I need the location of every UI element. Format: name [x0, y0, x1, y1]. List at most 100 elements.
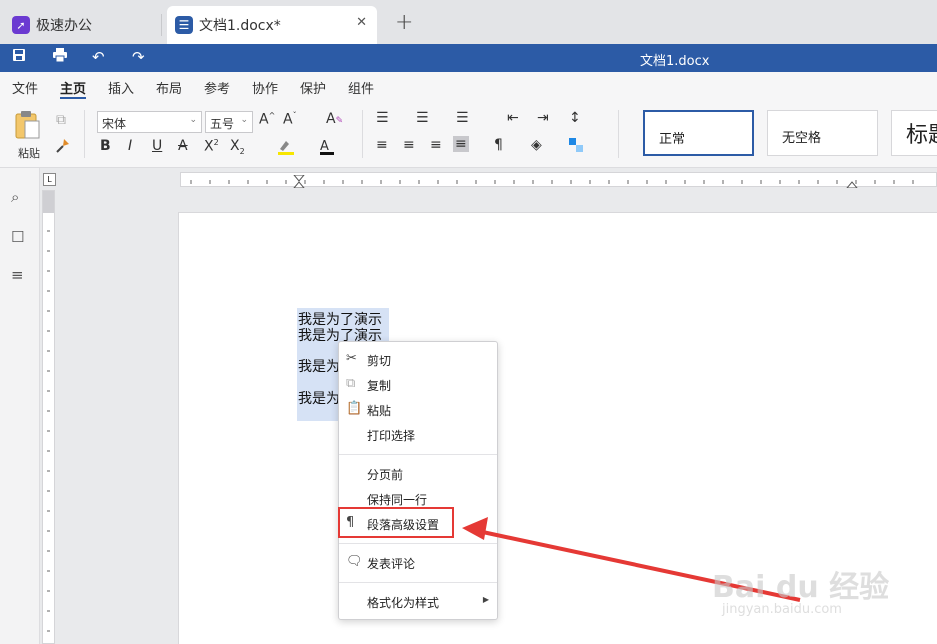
- font-color-icon[interactable]: A: [320, 138, 334, 155]
- title-bar: ↶ ↷ 文档1.docx: [0, 44, 937, 72]
- document-icon: ☰: [175, 16, 193, 34]
- menu-item-label: 格式化为样式: [367, 596, 440, 610]
- font-size-select[interactable]: 五号 ⌄: [205, 111, 253, 133]
- decrease-indent-icon[interactable]: ⇤: [507, 110, 519, 126]
- document-line[interactable]: 我是为: [298, 388, 340, 408]
- chevron-right-icon: ▶: [482, 595, 489, 604]
- new-tab-button[interactable]: +: [395, 10, 413, 35]
- comment-icon[interactable]: ☐: [11, 228, 24, 246]
- search-icon[interactable]: ⌕: [11, 188, 19, 206]
- increase-font-icon[interactable]: A^: [259, 111, 275, 128]
- close-tab-icon[interactable]: ✕: [356, 15, 367, 30]
- horizontal-ruler[interactable]: [180, 172, 937, 189]
- change-case-icon[interactable]: A✎: [326, 111, 343, 127]
- menu-item-cut[interactable]: ✂ 剪切: [339, 348, 497, 370]
- menu-item-page-break-before[interactable]: 分页前: [339, 462, 497, 484]
- clipboard-icon: 📋: [346, 401, 363, 416]
- menu-item-label: 打印选择: [367, 429, 416, 443]
- ribbon-divider: [618, 110, 619, 158]
- style-normal[interactable]: 正常: [643, 110, 754, 156]
- active-tab-indicator: [60, 97, 86, 99]
- document-title: 文档1.docx: [640, 54, 710, 69]
- menu-plugins[interactable]: 组件: [348, 78, 374, 97]
- bullet-list-icon[interactable]: ☰: [376, 110, 389, 126]
- decrease-font-icon[interactable]: Aˇ: [283, 111, 297, 128]
- align-center-icon[interactable]: ≡: [403, 137, 415, 153]
- borders-icon[interactable]: [568, 137, 584, 157]
- format-painter-icon[interactable]: [54, 138, 70, 158]
- watermark-brand: Bai du 经验: [712, 570, 890, 605]
- subscript-icon[interactable]: X2: [230, 138, 245, 156]
- align-right-icon[interactable]: ≡: [430, 137, 442, 153]
- paragraph-mark-icon[interactable]: ¶: [494, 137, 503, 153]
- copy-icon: ⧉: [346, 376, 356, 391]
- chevron-down-icon: ⌄: [240, 115, 248, 125]
- tab-app-label: 极速办公: [36, 18, 92, 34]
- font-name-select[interactable]: 宋体 ⌄: [97, 111, 202, 133]
- undo-icon[interactable]: ↶: [92, 48, 105, 66]
- chevron-down-icon: ⌄: [189, 115, 197, 125]
- menu-item-format-as-style[interactable]: 格式化为样式 ▶: [339, 590, 497, 612]
- tab-document[interactable]: ☰ 文档1.docx* ✕: [167, 6, 377, 44]
- tab-divider: [161, 14, 162, 36]
- menu-item-label: 复制: [367, 379, 392, 393]
- numbered-list-icon[interactable]: ☰: [416, 110, 429, 126]
- shading-icon[interactable]: ◈: [531, 137, 542, 153]
- baidu-watermark: Bai du 经验 jingyan.baidu.com: [712, 562, 890, 617]
- comment-icon: 🗨: [346, 554, 363, 569]
- save-icon[interactable]: [12, 48, 26, 66]
- ribbon-divider: [362, 110, 363, 158]
- menu-home[interactable]: 主页: [60, 78, 86, 97]
- menu-item-add-comment[interactable]: 🗨 发表评论: [339, 551, 497, 573]
- left-panel: ⌕ ☐ ≡: [0, 168, 40, 644]
- underline-icon[interactable]: U: [152, 138, 162, 154]
- menu-references[interactable]: 参考: [204, 78, 230, 97]
- menu-item-label: 分页前: [367, 468, 404, 482]
- menu-item-paste[interactable]: 📋 粘贴: [339, 398, 497, 420]
- watermark-url: jingyan.baidu.com: [722, 602, 842, 617]
- print-icon[interactable]: [52, 48, 68, 66]
- paste-label[interactable]: 粘贴: [18, 145, 40, 161]
- menu-separator: [339, 543, 497, 544]
- highlight-color-icon[interactable]: [276, 138, 296, 160]
- tab-stop-selector[interactable]: L: [43, 173, 56, 186]
- tab-strip: ➚ 极速办公 ☰ 文档1.docx* ✕ +: [0, 0, 937, 44]
- menu-file[interactable]: 文件: [12, 78, 38, 97]
- multilevel-list-icon[interactable]: ☰: [456, 110, 469, 126]
- ribbon-divider: [84, 110, 85, 158]
- copy-icon[interactable]: ⧉: [56, 112, 66, 128]
- context-menu: ✂ 剪切 ⧉ 复制 📋 粘贴 打印选择 分页前 保持同一行 ¶ 段落高级设置 🗨…: [338, 341, 498, 620]
- menu-item-print-selection[interactable]: 打印选择: [339, 423, 497, 445]
- vertical-ruler[interactable]: [42, 190, 55, 644]
- menu-collaborate[interactable]: 协作: [252, 78, 278, 97]
- bold-icon[interactable]: B: [100, 138, 111, 154]
- style-no-spacing[interactable]: 无空格: [767, 110, 878, 156]
- menu-insert[interactable]: 插入: [108, 78, 134, 97]
- menu-separator: [339, 582, 497, 583]
- tab-app-home[interactable]: ➚ 极速办公: [12, 6, 92, 44]
- menu-item-label: 发表评论: [367, 557, 416, 571]
- menu-bar: 文件 主页 插入 布局 参考 协作 保护 组件: [0, 72, 937, 100]
- redo-icon[interactable]: ↷: [132, 48, 145, 66]
- paste-icon[interactable]: [14, 110, 42, 144]
- menu-item-label: 保持同一行: [367, 493, 428, 507]
- increase-indent-icon[interactable]: ⇥: [537, 110, 549, 126]
- strikethrough-icon[interactable]: A: [178, 138, 188, 154]
- menu-layout[interactable]: 布局: [156, 78, 182, 97]
- scissors-icon: ✂: [346, 351, 357, 366]
- navigation-icon[interactable]: ≡: [11, 266, 24, 284]
- superscript-icon[interactable]: X2: [204, 138, 219, 155]
- justify-icon[interactable]: ≡: [453, 136, 469, 152]
- highlight-annotation-box: [338, 507, 454, 538]
- italic-icon[interactable]: I: [128, 138, 132, 154]
- font-name-value: 宋体: [102, 117, 127, 131]
- line-spacing-icon[interactable]: ↕: [569, 110, 581, 126]
- align-left-icon[interactable]: ≡: [376, 137, 388, 153]
- menu-item-label: 粘贴: [367, 404, 392, 418]
- font-size-value: 五号: [210, 117, 235, 131]
- menu-item-keep-lines-together[interactable]: 保持同一行: [339, 487, 497, 509]
- menu-item-copy[interactable]: ⧉ 复制: [339, 373, 497, 395]
- menu-protect[interactable]: 保护: [300, 78, 326, 97]
- style-heading[interactable]: 标题: [891, 110, 937, 156]
- document-line[interactable]: 我是为: [298, 356, 340, 376]
